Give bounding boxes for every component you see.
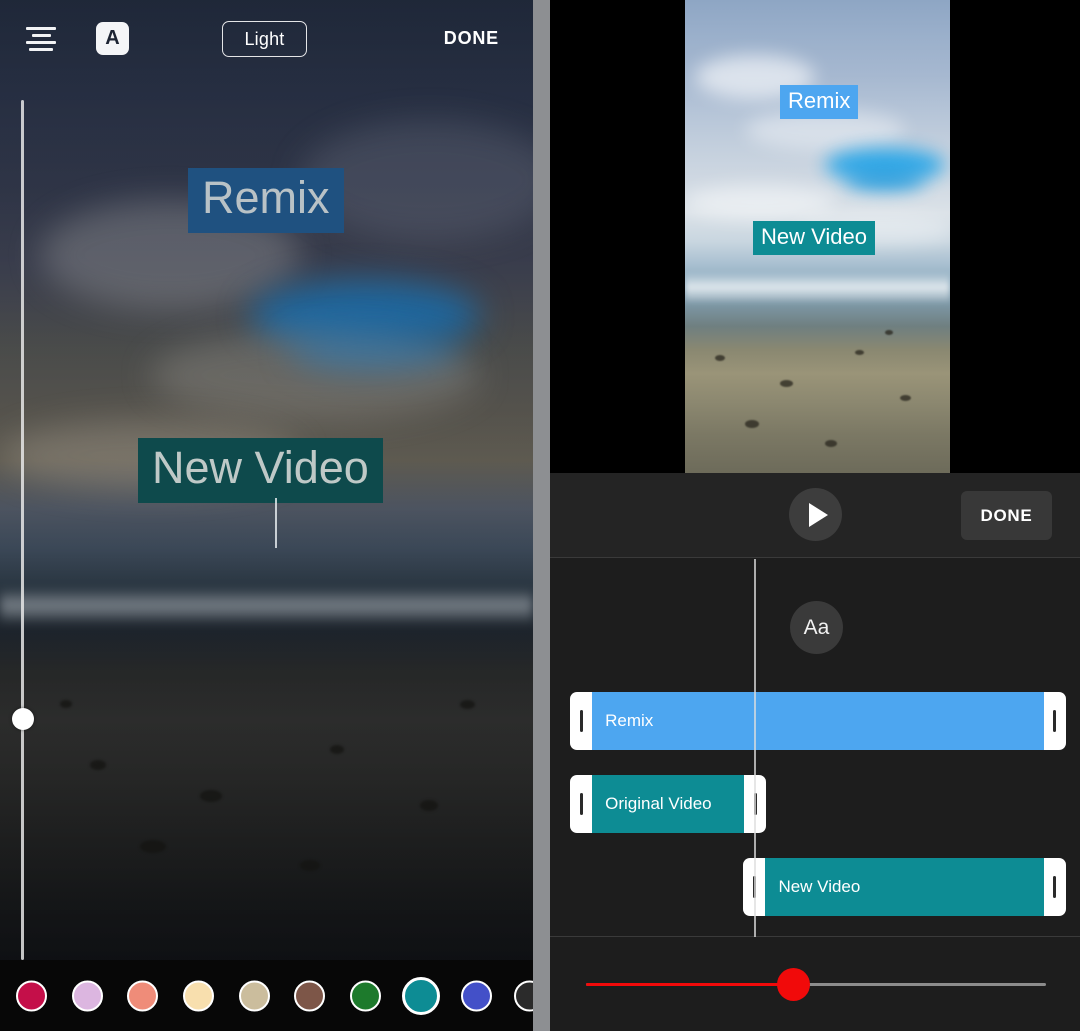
blue-sky-patch bbox=[845, 170, 925, 190]
pebble bbox=[90, 760, 106, 770]
transport-bar: DONE bbox=[550, 473, 1080, 558]
font-style-light-button[interactable]: Light bbox=[222, 21, 307, 57]
align-line bbox=[26, 27, 56, 30]
text-cursor bbox=[275, 498, 277, 548]
color-swatch-salmon[interactable] bbox=[127, 980, 158, 1011]
pebble bbox=[200, 790, 222, 802]
text-highlight-button[interactable]: A bbox=[96, 22, 129, 55]
trim-grip bbox=[580, 710, 583, 732]
zoom-slider-fill bbox=[586, 983, 793, 986]
preview-text-remix-label: Remix bbox=[788, 88, 850, 113]
preview-video[interactable]: Remix New Video bbox=[685, 0, 950, 473]
trim-handle-left[interactable] bbox=[570, 775, 592, 833]
color-swatch-teal[interactable] bbox=[402, 977, 440, 1015]
timeline-clip-body[interactable]: New Video bbox=[765, 858, 1043, 916]
surf-line bbox=[685, 272, 950, 302]
text-overlay-remix[interactable]: Remix bbox=[188, 168, 344, 233]
cloud-shape bbox=[685, 185, 835, 219]
timeline-clip[interactable]: Remix bbox=[570, 692, 1066, 750]
trim-handle-right[interactable] bbox=[1044, 858, 1066, 916]
color-swatch-crimson[interactable] bbox=[16, 980, 47, 1011]
color-swatch-green[interactable] bbox=[350, 980, 381, 1011]
color-swatch-cream[interactable] bbox=[183, 980, 214, 1011]
timeline-clip-label: Original Video bbox=[605, 794, 711, 814]
timeline-editor-panel: Remix New Video DONE Aa Remix Original Vi… bbox=[550, 0, 1080, 1031]
pebble bbox=[885, 330, 893, 335]
pebble bbox=[330, 745, 344, 754]
pebble bbox=[825, 440, 837, 447]
panel-divider bbox=[533, 0, 550, 1031]
timeline-clip[interactable]: New Video bbox=[743, 858, 1065, 916]
pebble bbox=[60, 700, 72, 708]
text-toolbar: A Light DONE bbox=[0, 0, 533, 78]
timeline-clip-label: Remix bbox=[605, 711, 653, 731]
color-swatch-blue[interactable] bbox=[461, 980, 492, 1011]
trim-grip bbox=[1053, 876, 1056, 898]
text-overlay-new-video[interactable]: New Video bbox=[138, 438, 383, 503]
timeline[interactable]: Aa Remix Original Video New Video bbox=[550, 559, 1080, 937]
text-style-editor-panel: A Light DONE Remix New Video bbox=[0, 0, 533, 1031]
pebble bbox=[855, 350, 864, 355]
color-palette bbox=[0, 960, 533, 1031]
done-button-right[interactable]: DONE bbox=[961, 491, 1052, 540]
preview-text-remix: Remix bbox=[780, 85, 858, 119]
align-center-icon[interactable] bbox=[24, 23, 58, 55]
color-swatch-tan[interactable] bbox=[239, 980, 270, 1011]
pebble bbox=[460, 700, 475, 709]
add-text-label: Aa bbox=[804, 616, 830, 640]
pebble bbox=[900, 395, 911, 401]
trim-handle-left[interactable] bbox=[570, 692, 592, 750]
zoom-slider[interactable] bbox=[550, 938, 1080, 1031]
font-size-slider-track bbox=[21, 100, 24, 960]
done-label-right: DONE bbox=[981, 506, 1033, 526]
preview-area: Remix New Video bbox=[550, 0, 1080, 473]
zoom-slider-thumb[interactable] bbox=[777, 968, 810, 1001]
timeline-clip-body[interactable]: Remix bbox=[592, 692, 1044, 750]
color-swatch-charcoal[interactable] bbox=[514, 980, 534, 1011]
pebble bbox=[715, 355, 725, 361]
color-swatch-lavender[interactable] bbox=[72, 980, 103, 1011]
pebble bbox=[420, 800, 438, 811]
trim-handle-right[interactable] bbox=[1044, 692, 1066, 750]
play-triangle bbox=[809, 503, 828, 527]
text-overlay-remix-label: Remix bbox=[202, 172, 330, 223]
done-label-left: DONE bbox=[444, 28, 499, 48]
align-line bbox=[26, 41, 56, 44]
preview-text-new-video-label: New Video bbox=[761, 224, 867, 249]
pebble bbox=[745, 420, 759, 428]
color-swatch-brown[interactable] bbox=[294, 980, 325, 1011]
cloud-shape bbox=[150, 330, 480, 420]
timeline-clip-body[interactable]: Original Video bbox=[592, 775, 744, 833]
preview-text-new-video: New Video bbox=[753, 221, 875, 255]
blue-sky-patch bbox=[250, 280, 480, 350]
play-icon[interactable] bbox=[789, 488, 842, 541]
text-overlay-new-video-label: New Video bbox=[152, 442, 369, 493]
blue-sky-patch bbox=[290, 330, 460, 372]
font-size-slider[interactable] bbox=[18, 100, 28, 960]
surf-line bbox=[0, 588, 533, 622]
text-highlight-label: A bbox=[105, 27, 119, 50]
playhead[interactable] bbox=[754, 559, 756, 937]
timeline-clip[interactable]: Original Video bbox=[570, 775, 766, 833]
align-line bbox=[32, 34, 51, 37]
trim-grip bbox=[580, 793, 583, 815]
done-button-left[interactable]: DONE bbox=[444, 28, 499, 49]
pebble bbox=[780, 380, 793, 387]
trim-grip bbox=[1053, 710, 1056, 732]
font-style-label: Light bbox=[244, 29, 284, 50]
add-text-button[interactable]: Aa bbox=[790, 601, 843, 654]
align-line bbox=[29, 48, 53, 51]
timeline-clip-label: New Video bbox=[778, 877, 860, 897]
pebble bbox=[140, 840, 166, 853]
app-root: A Light DONE Remix New Video bbox=[0, 0, 1080, 1031]
pebble bbox=[300, 860, 320, 871]
